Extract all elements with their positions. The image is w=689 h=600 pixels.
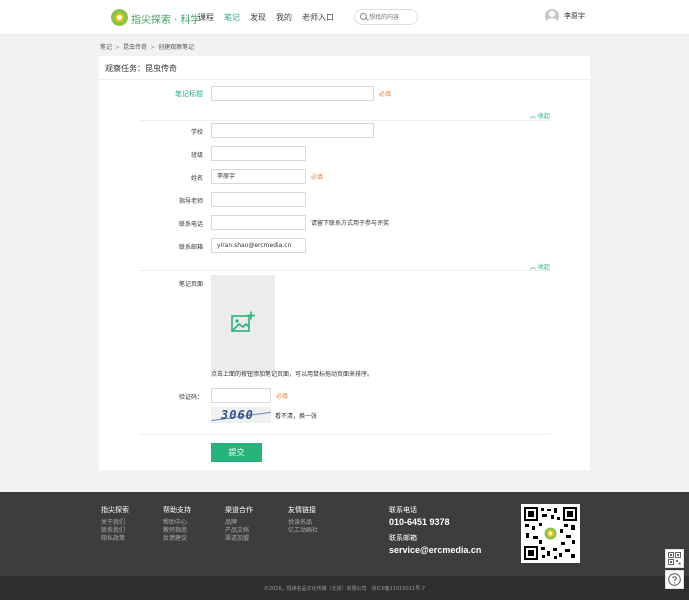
section-divider-2 bbox=[139, 270, 550, 271]
phone-input[interactable] bbox=[211, 215, 306, 230]
search-icon[interactable] bbox=[360, 13, 367, 20]
captcha-input[interactable] bbox=[211, 388, 271, 403]
avatar[interactable] bbox=[545, 9, 559, 23]
teacher-label: 指导老师 bbox=[178, 198, 203, 205]
footer: 指尖探索 关于我们 联系我们 隐私政策 帮助支持 帮助中心 教师指南 反馈建议 … bbox=[0, 492, 689, 576]
nav-mine[interactable]: 我的 bbox=[276, 12, 292, 23]
class-input[interactable] bbox=[211, 146, 306, 161]
captcha-text: 3060 bbox=[221, 408, 254, 422]
qr-code bbox=[521, 504, 580, 563]
nav-courses[interactable]: 课程 bbox=[198, 12, 214, 23]
phone-hint: 请留下联系方式用于参与评奖 bbox=[311, 220, 390, 227]
copyright: ©2016，悦读名品文化传媒（北京）有限公司 京ICP备11010011号-7 bbox=[263, 586, 426, 592]
note-title-label: 笔记标题 bbox=[175, 90, 203, 98]
email-label: 联系邮箱 bbox=[178, 244, 203, 251]
qr-code-graphic bbox=[524, 507, 577, 560]
breadcrumb-notes[interactable]: 笔记 bbox=[100, 44, 112, 51]
pages-label: 笔记页面 bbox=[178, 281, 203, 288]
collapse-button-1[interactable]: ︽ 收起 bbox=[530, 111, 550, 120]
bottom-bar: ©2016，悦读名品文化传媒（北京）有限公司 京ICP备11010011号-7 bbox=[0, 576, 689, 600]
phone-label: 联系电话 bbox=[389, 506, 417, 514]
search-box[interactable] bbox=[354, 9, 418, 25]
footer-col-title: 渠道合作 bbox=[225, 506, 253, 514]
footer-link[interactable]: 渠道加盟 bbox=[225, 533, 249, 542]
breadcrumb: 笔记 > 昆虫传奇 > 创建观察笔记 bbox=[100, 44, 195, 51]
footer-link[interactable]: 亿工动画社 bbox=[288, 525, 318, 534]
captcha-required: 必填 bbox=[276, 393, 289, 400]
phone-number: 010-6451 9378 bbox=[389, 517, 450, 527]
footer-col-title: 指尖探索 bbox=[101, 506, 129, 514]
school-input[interactable] bbox=[211, 123, 374, 138]
top-header: 指尖探索 · 科学 课程 笔记 发现 我的 老师入口 李原宇 bbox=[0, 0, 689, 35]
pages-hint: 点击上面的按钮添加笔记页面，可以用鼠标拖动页面来排序。 bbox=[211, 371, 374, 378]
footer-col-title: 帮助支持 bbox=[163, 506, 191, 514]
note-title-input[interactable] bbox=[211, 86, 374, 101]
nav-teacher-entry[interactable]: 老师入口 bbox=[302, 12, 334, 23]
teacher-input[interactable] bbox=[211, 192, 306, 207]
footer-link[interactable]: 隐私政策 bbox=[101, 533, 125, 542]
search-input[interactable] bbox=[369, 12, 415, 22]
logo-icon[interactable] bbox=[111, 9, 128, 26]
nav-discover[interactable]: 发现 bbox=[250, 12, 266, 23]
section-divider-1 bbox=[139, 120, 550, 121]
nav-notes[interactable]: 笔记 bbox=[224, 12, 240, 23]
add-page-button[interactable] bbox=[211, 275, 275, 373]
submit-button[interactable]: 提交 bbox=[211, 443, 262, 462]
footer-col-title: 友情链接 bbox=[288, 506, 316, 514]
email-label: 联系邮箱 bbox=[389, 534, 417, 542]
captcha-label: 验证码： bbox=[178, 394, 203, 401]
breadcrumb-task[interactable]: 昆虫传奇 bbox=[123, 44, 147, 51]
name-label: 姓名 bbox=[190, 175, 203, 182]
help-button[interactable] bbox=[665, 570, 684, 589]
section-divider-3 bbox=[139, 434, 550, 435]
captcha-image[interactable]: 3060 bbox=[211, 407, 271, 423]
name-input[interactable]: 李原宇 bbox=[211, 169, 306, 184]
qr-side-icon bbox=[668, 552, 681, 565]
note-form-card: 观察任务：昆虫传奇 笔记标题 必填 ︽ 收起 学校 班级 姓名 李原宇 必填 指… bbox=[99, 56, 590, 470]
school-label: 学校 bbox=[190, 129, 203, 136]
help-icon bbox=[668, 573, 681, 586]
brand-name[interactable]: 指尖探索 · 科学 bbox=[131, 11, 201, 26]
email-input[interactable]: yiran.shao@ercmedia.cn bbox=[211, 238, 306, 253]
captcha-refresh-link[interactable]: 看不清，换一张 bbox=[275, 411, 317, 420]
username[interactable]: 李原宇 bbox=[564, 11, 585, 21]
class-label: 班级 bbox=[190, 152, 203, 159]
phone-label: 联系电话 bbox=[178, 221, 203, 228]
page-title: 观察任务：昆虫传奇 bbox=[105, 64, 177, 73]
footer-link[interactable]: 反馈建议 bbox=[163, 533, 187, 542]
qr-side-button[interactable] bbox=[665, 549, 684, 568]
breadcrumb-current: 创建观察笔记 bbox=[158, 44, 195, 51]
note-title-required: 必填 bbox=[379, 91, 392, 98]
title-divider bbox=[99, 79, 590, 80]
upload-image-icon bbox=[231, 311, 255, 332]
name-required: 必填 bbox=[311, 174, 324, 181]
email-address[interactable]: service@ercmedia.cn bbox=[389, 545, 481, 555]
